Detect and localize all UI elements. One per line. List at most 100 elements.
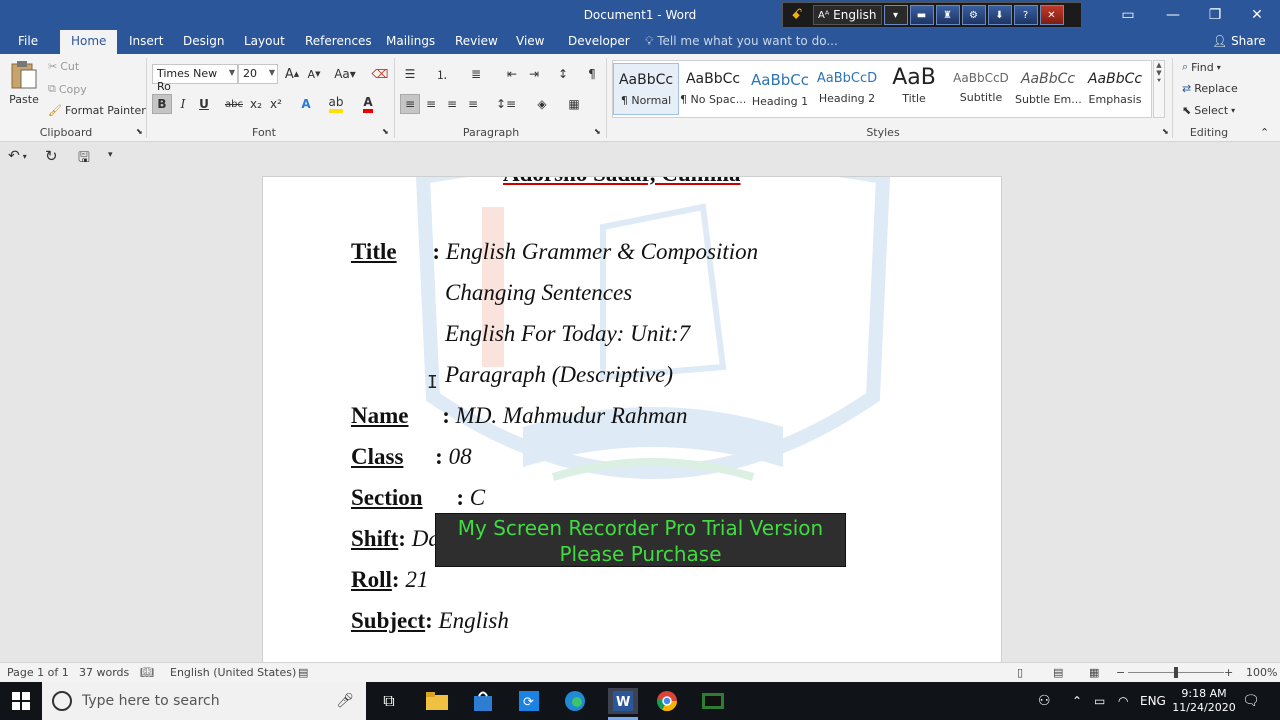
italic-button[interactable]: I	[173, 94, 193, 114]
select-button[interactable]: ⬉ Select ▾	[1182, 104, 1235, 117]
save-icon[interactable]: 🖫︎	[78, 147, 90, 171]
format-painter-button[interactable]: 🖌︎ Format Painter	[48, 104, 146, 117]
recorder-logo-icon[interactable]: ꗃ	[785, 5, 809, 25]
language-status[interactable]: English (United States)	[170, 666, 296, 679]
tab-home[interactable]: Home	[60, 30, 118, 54]
paste-button[interactable]: Paste	[8, 60, 40, 106]
recorder-download-icon[interactable]: ⬇	[987, 5, 1012, 25]
align-center-icon[interactable]: ≡	[421, 94, 441, 114]
numbering-icon[interactable]: ⒈	[432, 64, 452, 84]
tab-developer[interactable]: Developer	[568, 34, 630, 48]
font-size-select[interactable]: 20 ▼	[238, 64, 278, 84]
task-view-icon[interactable]: ⧉	[376, 688, 402, 714]
zoom-in-icon[interactable]: +	[1224, 666, 1233, 679]
shading-icon[interactable]: ◈	[532, 94, 552, 114]
bullets-icon[interactable]: ☰	[400, 64, 420, 84]
share-button[interactable]: 👤︎ Share	[1212, 34, 1266, 48]
microphone-icon[interactable]: 🎤︎	[336, 693, 354, 709]
style-title[interactable]: AaB Title	[881, 63, 947, 115]
taskbar-search-box[interactable]: Type here to search 🎤︎	[42, 682, 366, 720]
styles-more-button[interactable]: ▲ ▼ ⯆	[1153, 60, 1165, 118]
recorder-dropdown-icon[interactable]: ▾	[883, 5, 908, 25]
decrease-indent-icon[interactable]: ⇤	[502, 64, 522, 84]
style-no-spacing[interactable]: AaBbCc ¶ No Spac...	[680, 63, 746, 115]
close-icon[interactable]: ✕	[1234, 0, 1280, 30]
align-left-icon[interactable]: ≡	[400, 94, 420, 114]
recorder-close-icon[interactable]: ✕	[1039, 5, 1064, 25]
minimize-icon[interactable]: —	[1150, 0, 1196, 30]
recorder-language-select[interactable]: Aᴬ English	[813, 5, 882, 25]
style-subtitle[interactable]: AaBbCcD Subtitle	[948, 63, 1014, 115]
collapse-ribbon-icon[interactable]: ⌃	[1260, 126, 1269, 139]
battery-icon[interactable]: ▭	[1094, 682, 1105, 720]
strikethrough-button[interactable]: abc	[224, 94, 244, 114]
ribbon-display-options-icon[interactable]: ▭	[1105, 0, 1151, 30]
tab-review[interactable]: Review	[455, 34, 498, 48]
tab-references[interactable]: References	[305, 34, 372, 48]
justify-icon[interactable]: ≡	[463, 94, 483, 114]
chrome-icon[interactable]	[654, 688, 680, 714]
font-launcher-icon[interactable]: ⬊	[382, 127, 389, 136]
tab-design[interactable]: Design	[183, 34, 224, 48]
grow-font-button[interactable]: A ▲	[282, 64, 302, 84]
repeat-icon[interactable]: ↻	[45, 147, 58, 165]
word-count[interactable]: 37 words	[79, 666, 129, 679]
style-subtle-emphasis[interactable]: AaBbCc Subtle Em...	[1015, 63, 1081, 115]
font-color-icon[interactable]: A	[358, 94, 378, 114]
screen-recorder-taskbar-icon[interactable]	[700, 688, 726, 714]
tell-me-box[interactable]: 💡︎ Tell me what you want to do...	[645, 34, 838, 49]
styles-launcher-icon[interactable]: ⬊	[1162, 127, 1169, 136]
windows-start-icon[interactable]	[8, 688, 34, 714]
increase-indent-icon[interactable]: ⇥	[524, 64, 544, 84]
style-emphasis[interactable]: AaBbCc Emphasis	[1082, 63, 1148, 115]
highlight-icon[interactable]: ab	[326, 94, 346, 114]
zoom-slider[interactable]	[1128, 667, 1224, 678]
customize-qat-icon[interactable]: ▾	[108, 150, 113, 160]
style-heading-1[interactable]: AaBbCc Heading 1	[747, 63, 813, 115]
zoom-slider-thumb[interactable]	[1174, 667, 1178, 678]
subscript-button[interactable]: x₂	[246, 94, 266, 114]
tab-file[interactable]: File	[18, 34, 38, 48]
borders-icon[interactable]: ▦	[564, 94, 584, 114]
zoom-level[interactable]: 100%	[1246, 666, 1277, 679]
paragraph-launcher-icon[interactable]: ⬊	[594, 127, 601, 136]
print-layout-icon[interactable]: ▤	[1053, 666, 1063, 679]
proofing-icon[interactable]: 📖︎	[140, 666, 154, 679]
align-right-icon[interactable]: ≡	[442, 94, 462, 114]
cut-button[interactable]: ✂ Cut	[48, 60, 79, 73]
store-icon[interactable]	[470, 688, 496, 714]
edge-icon[interactable]	[562, 688, 588, 714]
style-heading-2[interactable]: AaBbCcD Heading 2	[814, 63, 880, 115]
bold-button[interactable]: B	[152, 94, 172, 114]
sort-icon[interactable]: ↕	[553, 64, 573, 84]
recorder-minimize-icon[interactable]: ▬	[909, 5, 934, 25]
word-taskbar-icon[interactable]: W	[608, 688, 638, 714]
find-button[interactable]: ⌕ Find ▾	[1182, 60, 1221, 74]
file-explorer-icon[interactable]	[424, 688, 450, 714]
text-effects-icon[interactable]: A	[296, 94, 316, 114]
multilevel-list-icon[interactable]: ≣	[466, 64, 486, 84]
clipboard-launcher-icon[interactable]: ⬊	[136, 127, 143, 136]
copy-button[interactable]: ⧉ Copy	[48, 82, 87, 96]
replace-button[interactable]: ⇄ Replace	[1182, 82, 1238, 95]
tab-insert[interactable]: Insert	[129, 34, 163, 48]
undo-icon[interactable]: ↶ ▾	[8, 148, 27, 164]
font-family-select[interactable]: Times New Ro ▼	[152, 64, 238, 93]
chevron-up-icon[interactable]: ⌃	[1072, 682, 1082, 720]
tab-layout[interactable]: Layout	[244, 34, 285, 48]
underline-button[interactable]: U	[194, 94, 214, 114]
shrink-font-button[interactable]: A ▼	[304, 64, 324, 84]
tab-view[interactable]: View	[516, 34, 544, 48]
recorder-pin-icon[interactable]: ♜	[935, 5, 960, 25]
macro-recording-icon[interactable]: ▤	[298, 666, 308, 679]
people-icon[interactable]: ⚇	[1038, 682, 1051, 720]
input-language[interactable]: ENG	[1140, 682, 1166, 720]
clock[interactable]: 9:18 AM 11/24/2020	[1172, 682, 1236, 720]
show-formatting-icon[interactable]: ¶	[582, 64, 602, 84]
clear-formatting-icon[interactable]: ⌫	[370, 64, 390, 84]
tab-mailings[interactable]: Mailings	[386, 34, 435, 48]
read-mode-icon[interactable]: ▯	[1017, 666, 1023, 679]
wifi-icon[interactable]: ◠	[1118, 682, 1128, 720]
restore-icon[interactable]: ❐	[1192, 0, 1238, 30]
page-count[interactable]: Page 1 of 1	[7, 666, 69, 679]
